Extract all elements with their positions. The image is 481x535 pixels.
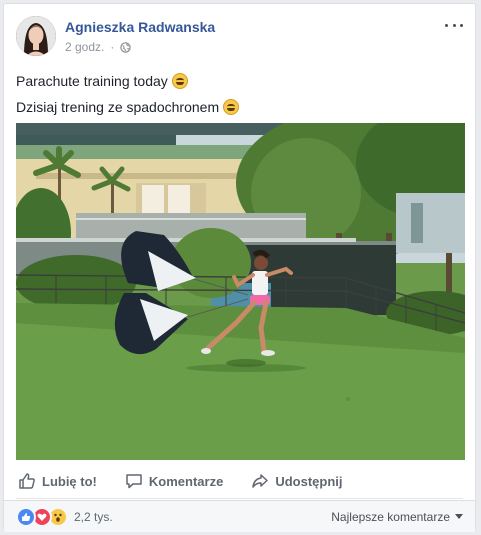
comment-bubble-icon: [126, 474, 142, 489]
smile-emoji-icon: [223, 99, 240, 115]
like-label: Lubię to!: [42, 473, 97, 489]
like-button[interactable]: Lubię to!: [16, 468, 99, 494]
post-text-line: Dzisiaj trening ze spadochronem: [16, 94, 463, 120]
post-card: Agnieszka Radwanska 2 godz. · Parachute …: [3, 3, 476, 532]
globe-icon[interactable]: [120, 41, 132, 53]
post-actions-bar: Lubię to! Komentarze Udostępnij: [16, 464, 463, 499]
like-reaction-icon: [16, 506, 36, 527]
post-text-line-1: Parachute training today: [16, 73, 168, 89]
more-dot-icon: [445, 23, 448, 27]
post-header: Agnieszka Radwanska 2 godz. ·: [16, 16, 463, 60]
comment-sort-label: Najlepsze komentarze: [331, 509, 450, 524]
post-text-line: Parachute training today: [16, 68, 463, 94]
caret-down-icon: [455, 514, 463, 519]
post-text-line-2: Dzisiaj trening ze spadochronem: [16, 99, 220, 115]
post-text: Parachute training today Dzisiaj trening…: [16, 68, 463, 120]
thumbs-up-icon: [19, 473, 35, 489]
comment-label: Komentarze: [148, 473, 224, 489]
author-name[interactable]: Agnieszka Radwanska: [65, 19, 215, 35]
more-dot-icon: [460, 23, 463, 27]
share-button[interactable]: Udostępnij: [249, 468, 344, 494]
post-footer: 2,2 tys. Najlepsze komentarze: [4, 500, 475, 532]
post-options-button[interactable]: [445, 20, 463, 30]
smile-emoji-icon: [171, 73, 188, 89]
dot-separator: ·: [110, 40, 115, 54]
more-dot-icon: [452, 23, 456, 27]
post-timestamp[interactable]: 2 godz.: [65, 40, 104, 54]
share-label: Udostępnij: [275, 473, 343, 489]
avatar[interactable]: [16, 16, 56, 56]
reactions-summary[interactable]: 2,2 tys.: [16, 506, 113, 527]
post-meta: 2 godz. ·: [65, 40, 132, 54]
post-photo[interactable]: [16, 123, 465, 460]
share-arrow-icon: [252, 474, 269, 488]
comment-sort-dropdown[interactable]: Najlepsze komentarze: [331, 510, 463, 524]
comment-button[interactable]: Komentarze: [123, 468, 225, 494]
reaction-count[interactable]: 2,2 tys.: [74, 510, 113, 524]
